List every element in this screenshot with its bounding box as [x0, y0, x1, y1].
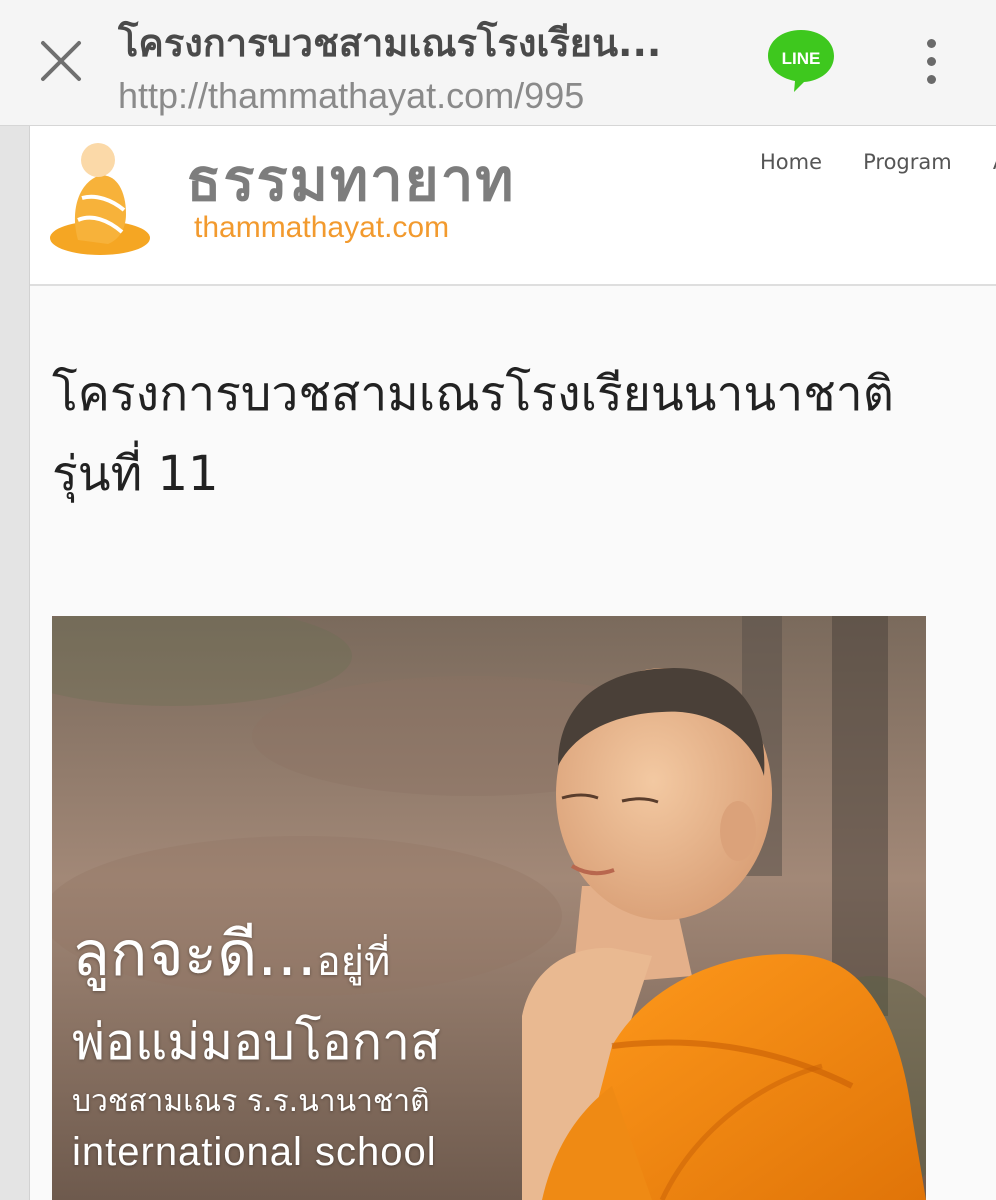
nav-item-program[interactable]: Program: [863, 146, 952, 178]
more-options-button[interactable]: [906, 28, 956, 94]
nav-item-home[interactable]: Home: [760, 146, 822, 178]
hero-caption: ลูกจะดี...อยู่ที่ พ่อแม่มอบโอกาส บวชสามเ…: [72, 916, 542, 1180]
line-chat-icon: LINE: [768, 30, 834, 92]
site-nav: Home Program A: [760, 146, 996, 180]
logo-domain: thammathayat.com: [194, 211, 450, 244]
more-vertical-icon-dot: [926, 38, 936, 48]
page-left-edge: [0, 126, 30, 1200]
hero-caption-line-1-small: อยู่ที่: [316, 939, 391, 985]
close-button[interactable]: [30, 30, 92, 92]
logo-title: ธรรมทายาท: [186, 146, 516, 214]
more-vertical-icon-dot: [926, 74, 936, 84]
hero-caption-line-1-big: ลูกจะดี...: [72, 917, 317, 990]
page-url[interactable]: http://thammathayat.com/995: [118, 74, 738, 118]
site-logo[interactable]: ธรรมทายาท thammathayat.com: [48, 140, 518, 260]
site-header: ธรรมทายาท thammathayat.com Home Program …: [30, 126, 996, 286]
line-label: LINE: [782, 49, 821, 68]
meditating-monk-logo-icon: [50, 143, 150, 255]
more-vertical-icon-dot: [926, 56, 936, 66]
close-icon: [41, 41, 81, 81]
hero-caption-line-3: บวชสามเณร ร.ร.นานาชาติ: [72, 1084, 430, 1119]
hero-caption-line-2: พ่อแม่มอบโอกาส: [72, 1013, 441, 1071]
browser-app-bar: โครงการบวชสามเณรโรงเรียน... http://thamm…: [0, 0, 996, 126]
web-page: ธรรมทายาท thammathayat.com Home Program …: [30, 126, 996, 1200]
post-title: โครงการบวชสามเณรโรงเรียนนานาชาติ รุ่นที่…: [52, 366, 894, 502]
line-share-button[interactable]: LINE: [764, 26, 838, 96]
hero-caption-line-1: ลูกจะดี...อยู่ที่: [72, 916, 542, 1000]
featured-image[interactable]: ลูกจะดี...อยู่ที่ พ่อแม่มอบโอกาส บวชสามเ…: [52, 616, 926, 1200]
page-title-bar: โครงการบวชสามเณรโรงเรียน...: [118, 21, 662, 65]
hero-caption-line-4: international school: [72, 1130, 437, 1174]
